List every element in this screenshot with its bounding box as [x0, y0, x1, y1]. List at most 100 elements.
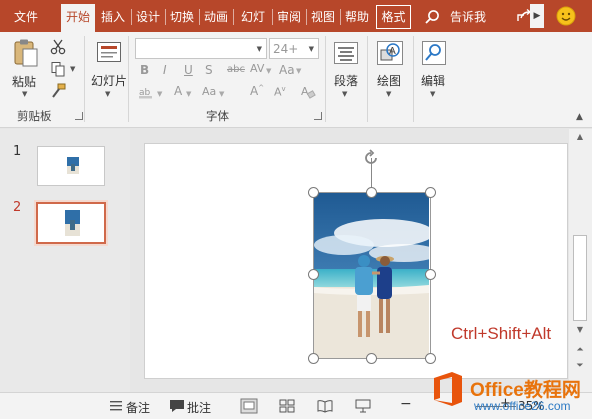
resize-handle-top-right[interactable] — [425, 187, 436, 198]
group-separator — [325, 36, 326, 122]
font-size-dropdown-arrow[interactable]: ▼ — [309, 45, 314, 53]
normal-view-icon[interactable] — [240, 398, 258, 414]
previous-slide-icon[interactable]: ⏶ — [572, 345, 588, 355]
increase-font-size-icon[interactable]: A^ — [250, 84, 264, 98]
copy-icon[interactable] — [50, 61, 66, 77]
find-search-icon[interactable] — [421, 40, 447, 66]
thumbnail-photo — [67, 157, 79, 174]
smiley-feedback-icon[interactable] — [556, 6, 576, 26]
tab-slideshow[interactable]: 幻灯 — [235, 6, 271, 28]
group-separator — [84, 36, 85, 122]
strikethrough-icon[interactable]: abc — [227, 64, 245, 75]
font-color-dropdown[interactable]: ▼ — [186, 90, 191, 98]
watermark-url: www.office26.com — [474, 399, 571, 413]
reading-view-icon[interactable] — [316, 398, 334, 414]
zoom-out-icon[interactable]: − — [400, 396, 412, 412]
paste-label[interactable]: 粘贴 — [12, 73, 36, 90]
comments-icon[interactable] — [168, 398, 186, 414]
scroll-up-arrow-icon[interactable]: ▲ — [572, 132, 588, 141]
font-size-combobox[interactable]: 24+ ▼ — [269, 38, 319, 59]
cut-icon[interactable] — [50, 39, 66, 55]
copy-dropdown-arrow[interactable]: ▼ — [70, 65, 75, 73]
tab-animations[interactable]: 动画 — [201, 6, 231, 28]
paste-icon[interactable] — [12, 38, 40, 68]
shortcut-caption: Ctrl+Shift+Alt — [451, 324, 552, 343]
tab-transitions[interactable]: 切换 — [167, 6, 197, 28]
notes-label[interactable]: 备注 — [126, 399, 150, 416]
italic-icon[interactable]: I — [163, 63, 167, 77]
slide-canvas[interactable]: Ctrl+Shift+Alt — [144, 143, 568, 379]
font-size-alt-arrow[interactable]: ▼ — [219, 90, 224, 98]
rotate-handle-icon[interactable] — [361, 148, 381, 168]
svg-text:A: A — [301, 85, 309, 98]
watermark-brand: Office教程网 — [470, 380, 581, 401]
vertical-scrollbar[interactable]: ▲ ▼ ⏶ ⏷ — [569, 129, 592, 392]
font-group-label: 字体 — [206, 109, 229, 123]
tab-separator — [306, 9, 307, 25]
highlight-color-icon[interactable]: ab — [138, 85, 154, 99]
highlight-dropdown[interactable]: ▼ — [157, 90, 162, 98]
slide-sorter-view-icon[interactable] — [278, 398, 296, 414]
slide-thumbnail-pane: 1 2 — [0, 129, 130, 392]
tab-format[interactable]: 格式 — [376, 5, 411, 29]
resize-handle-bottom-right[interactable] — [425, 353, 436, 364]
change-case-icon[interactable]: Aa — [279, 63, 295, 77]
clipboard-dialog-launcher[interactable] — [75, 112, 83, 120]
paragraph-dropdown-arrow[interactable]: ▼ — [342, 90, 347, 98]
tab-insert[interactable]: 插入 — [97, 6, 129, 28]
tab-separator — [272, 9, 273, 25]
tab-view[interactable]: 视图 — [308, 6, 338, 28]
notes-icon[interactable] — [107, 398, 125, 414]
ribbon-overflow-button[interactable]: ▶ — [530, 4, 544, 28]
editing-dropdown-arrow[interactable]: ▼ — [430, 90, 435, 98]
format-painter-icon[interactable] — [50, 83, 67, 99]
resize-handle-left[interactable] — [308, 269, 319, 280]
slide-thumbnail-2[interactable] — [34, 200, 108, 246]
paste-dropdown-arrow[interactable]: ▼ — [22, 90, 27, 98]
tab-review[interactable]: 审阅 — [274, 6, 304, 28]
comments-label[interactable]: 批注 — [187, 399, 211, 416]
font-size-dropdown-alt[interactable]: Aa — [202, 85, 216, 98]
slide-number-2: 2 — [13, 200, 22, 215]
clear-formatting-icon[interactable]: A — [300, 84, 316, 100]
resize-handle-top[interactable] — [366, 187, 377, 198]
underline-icon[interactable]: U — [184, 63, 193, 77]
svg-text:A: A — [389, 46, 396, 57]
slide-thumbnail-1[interactable] — [37, 146, 105, 186]
resize-handle-right[interactable] — [425, 269, 436, 280]
resize-handle-bottom-left[interactable] — [308, 353, 319, 364]
tab-help[interactable]: 帮助 — [342, 6, 372, 28]
text-shadow-icon[interactable]: S — [205, 63, 213, 77]
font-name-dropdown-arrow[interactable]: ▼ — [257, 45, 262, 53]
font-name-combobox[interactable]: ▼ — [135, 38, 267, 59]
drawing-shapes-icon[interactable]: A — [376, 40, 404, 66]
lightbulb-search-icon[interactable] — [424, 9, 440, 25]
resize-handle-top-left[interactable] — [308, 187, 319, 198]
drawing-dropdown-arrow[interactable]: ▼ — [386, 90, 391, 98]
group-separator — [413, 36, 414, 122]
font-dialog-launcher[interactable] — [314, 112, 322, 120]
decrease-font-size-icon[interactable]: Av — [274, 85, 286, 99]
scroll-down-arrow-icon[interactable]: ▼ — [572, 325, 588, 334]
new-slide-dropdown-arrow[interactable]: ▼ — [105, 90, 110, 98]
bold-icon[interactable]: B — [140, 63, 149, 77]
character-spacing-icon[interactable]: AV — [250, 62, 264, 75]
change-case-dropdown[interactable]: ▼ — [296, 67, 301, 75]
tab-home[interactable]: 开始 — [61, 4, 95, 32]
tab-separator — [233, 9, 234, 25]
editing-label[interactable]: 编辑 — [421, 72, 445, 89]
new-slide-icon[interactable] — [96, 40, 122, 64]
paragraph-label[interactable]: 段落 — [334, 72, 358, 89]
tell-me-box[interactable]: 告诉我 — [446, 6, 490, 28]
character-spacing-dropdown[interactable]: ▼ — [266, 67, 271, 75]
tab-design[interactable]: 设计 — [133, 6, 163, 28]
drawing-label[interactable]: 绘图 — [377, 72, 401, 89]
scrollbar-thumb[interactable] — [573, 235, 587, 321]
font-color-icon[interactable]: A — [174, 84, 182, 98]
new-slide-label[interactable]: 幻灯片 — [91, 72, 127, 89]
collapse-ribbon-icon[interactable]: ▲ — [576, 112, 583, 122]
paragraph-icon[interactable] — [333, 41, 359, 65]
resize-handle-bottom[interactable] — [366, 353, 377, 364]
tab-file[interactable]: 文件 — [8, 6, 44, 28]
slideshow-view-icon[interactable] — [354, 398, 372, 414]
